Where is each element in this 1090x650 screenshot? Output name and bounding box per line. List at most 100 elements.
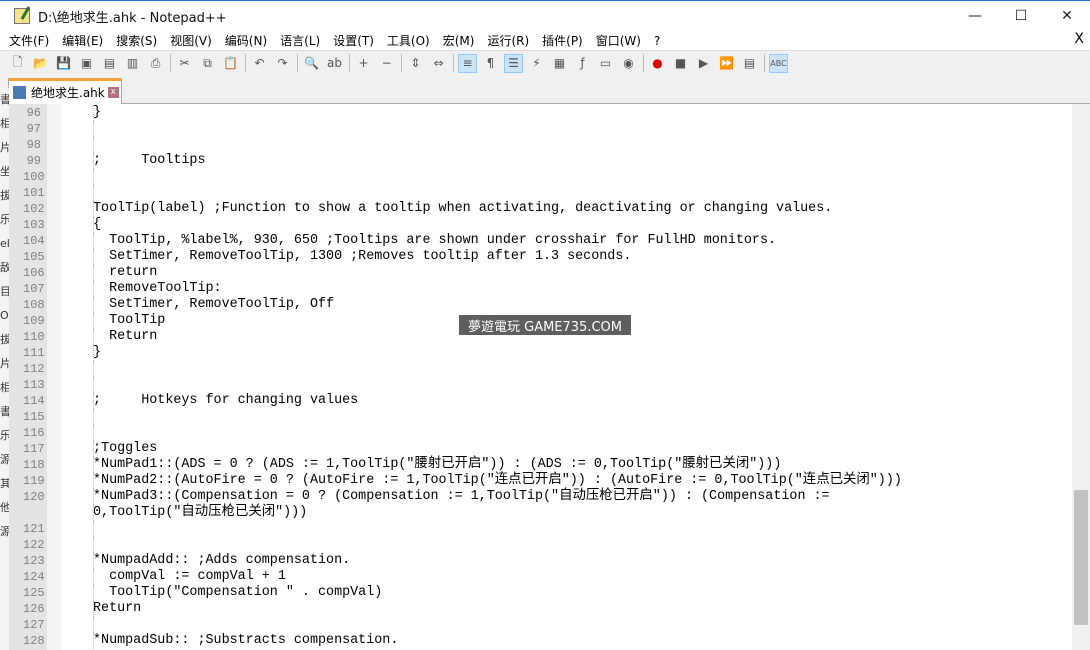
close-icon[interactable]: ▤ — [100, 54, 119, 73]
menu-item[interactable]: 设置(T) — [333, 32, 374, 49]
maximize-button[interactable]: ☐ — [998, 1, 1044, 31]
line-text: SetTimer, RemoveToolTip, 1300 ;Removes t… — [93, 249, 632, 265]
code-line: 127 — [23, 617, 1072, 633]
toolbar-separator — [170, 54, 171, 72]
code-line: 121 — [23, 521, 1072, 537]
show-all-chars-icon[interactable]: ¶ — [481, 54, 500, 73]
undo-icon[interactable]: ↶ — [250, 54, 269, 73]
menu-item[interactable]: 运行(R) — [487, 32, 529, 49]
tab-bar: 绝地求生.ahk x — [0, 75, 1090, 104]
lang-udl-icon[interactable]: ⚡ — [527, 54, 546, 73]
redo-icon[interactable]: ↷ — [273, 54, 292, 73]
line-number: 113 — [23, 378, 45, 392]
code-line: 126 Return — [23, 601, 1072, 617]
code-line: 119 *NumPad2::(AutoFire = 0 ? (AutoFire :… — [23, 473, 1072, 489]
line-text: } — [93, 345, 102, 361]
line-number: 103 — [23, 218, 45, 232]
line-number: 116 — [23, 426, 45, 440]
menu-item[interactable]: 插件(P) — [542, 32, 583, 49]
code-line: 113 — [23, 377, 1072, 393]
code-line: 0,ToolTip("自动压枪已关闭"))) — [23, 505, 1072, 521]
vertical-scrollbar[interactable] — [1072, 104, 1090, 650]
sync-h-icon[interactable]: ⇔ — [429, 54, 448, 73]
menu-item[interactable]: 窗口(W) — [596, 32, 641, 49]
window-title: D:\绝地求生.ahk - Notepad++ — [38, 10, 227, 26]
zoom-in-icon[interactable]: + — [354, 54, 373, 73]
line-number: 111 — [23, 346, 45, 360]
line-text: SetTimer, RemoveToolTip, Off — [93, 297, 335, 313]
line-text: ToolTip("Compensation " . compVal) — [93, 585, 383, 601]
save-icon[interactable]: 💾 — [54, 54, 73, 73]
line-number: 127 — [23, 618, 45, 632]
folder-workspace-icon[interactable]: ▭ — [596, 54, 615, 73]
line-text: *NumPad1::(ADS = 0 ? (ADS := 1,ToolTip("… — [93, 457, 782, 473]
menu-item[interactable]: 语言(L) — [280, 32, 320, 49]
menu-item[interactable]: 视图(V) — [170, 32, 212, 49]
zoom-out-icon[interactable]: − — [377, 54, 396, 73]
close-all-icon[interactable]: ▥ — [123, 54, 142, 73]
menu-item[interactable]: 文件(F) — [9, 32, 49, 49]
run-multiple-icon[interactable]: ⏩ — [717, 54, 736, 73]
cut-icon[interactable]: ✂ — [175, 54, 194, 73]
line-number: 107 — [23, 282, 45, 296]
code-line: 98 — [23, 137, 1072, 153]
menu-item[interactable]: 搜索(S) — [116, 32, 157, 49]
indent-guide-icon[interactable]: ☰ — [504, 53, 523, 73]
stop-icon[interactable]: ■ — [671, 54, 690, 73]
line-number: 108 — [23, 298, 45, 312]
paste-icon[interactable]: 📋 — [221, 54, 240, 73]
code-line: 123 *NumpadAdd:: ;Adds compensation. — [23, 553, 1072, 569]
save-all-icon[interactable]: ▣ — [77, 54, 96, 73]
line-text: { — [93, 217, 102, 233]
code-line: 116 — [23, 425, 1072, 441]
toolbar-separator — [764, 54, 765, 72]
line-text: 0,ToolTip("自动压枪已关闭"))) — [93, 505, 308, 521]
editor[interactable]: 96} 97 98 99; Tooltips 100 101 102 ToolTip(labe… — [9, 104, 1072, 650]
new-icon[interactable]: 🗋 — [8, 54, 27, 73]
save-macro-icon[interactable]: ▤ — [740, 54, 759, 73]
play-icon[interactable]: ▶ — [694, 54, 713, 73]
sync-v-icon[interactable]: ⇕ — [406, 54, 425, 73]
menu-item[interactable]: 宏(M) — [443, 32, 475, 49]
toolbar-separator — [643, 54, 644, 72]
close-document-button[interactable]: X — [1074, 31, 1084, 47]
code-area[interactable]: 96} 97 98 99; Tooltips 100 101 102 ToolTip(labe… — [23, 105, 1072, 649]
minimize-button[interactable]: — — [952, 1, 998, 31]
find-icon[interactable]: 🔍 — [302, 54, 321, 73]
word-wrap-icon[interactable]: ≡ — [458, 53, 477, 73]
menu-item[interactable]: 工具(O) — [387, 32, 430, 49]
scrollbar-thumb[interactable] — [1074, 490, 1088, 625]
monitor-icon[interactable]: ◉ — [619, 54, 638, 73]
copy-icon[interactable]: ⧉ — [198, 54, 217, 73]
code-line: 103 { — [23, 217, 1072, 233]
notepad-icon — [14, 8, 30, 24]
tab-file[interactable]: 绝地求生.ahk x — [8, 78, 122, 104]
toolbar-separator — [453, 54, 454, 72]
open-icon[interactable]: 📂 — [31, 54, 50, 73]
code-line: 117 ;Toggles — [23, 441, 1072, 457]
menu-item[interactable]: 编辑(E) — [62, 32, 103, 49]
line-text: return — [93, 265, 158, 281]
record-icon[interactable]: ● — [648, 54, 667, 73]
line-number: 123 — [23, 554, 45, 568]
background-window-strip: 書 相 片 坐 拔 乐 el 敌 目 O 拔 片 相 書 乐 源 其 他 源 — [0, 88, 9, 650]
code-line: 106 return — [23, 265, 1072, 281]
menu-item[interactable]: 编码(N) — [225, 32, 267, 49]
code-line: 108 SetTimer, RemoveToolTip, Off — [23, 297, 1072, 313]
toolbar-separator — [245, 54, 246, 72]
line-number — [23, 505, 41, 521]
close-button[interactable]: ✕ — [1044, 1, 1090, 31]
line-number: 128 — [23, 634, 45, 648]
spellcheck-icon[interactable]: ABC — [769, 53, 788, 73]
tab-close-icon[interactable]: x — [107, 87, 119, 98]
doc-map-icon[interactable]: ▦ — [550, 54, 569, 73]
line-number: 117 — [23, 442, 45, 456]
print-icon[interactable]: ⎙ — [146, 54, 165, 73]
function-list-icon[interactable]: ƒ — [573, 54, 592, 73]
line-number: 105 — [23, 250, 45, 264]
code-line: 128 *NumpadSub:: ;Substracts compensation… — [23, 633, 1072, 649]
menu-item[interactable]: ? — [654, 34, 660, 48]
toolbar-separator — [349, 54, 350, 72]
line-number: 118 — [23, 458, 45, 472]
replace-icon[interactable]: ab — [325, 54, 344, 73]
